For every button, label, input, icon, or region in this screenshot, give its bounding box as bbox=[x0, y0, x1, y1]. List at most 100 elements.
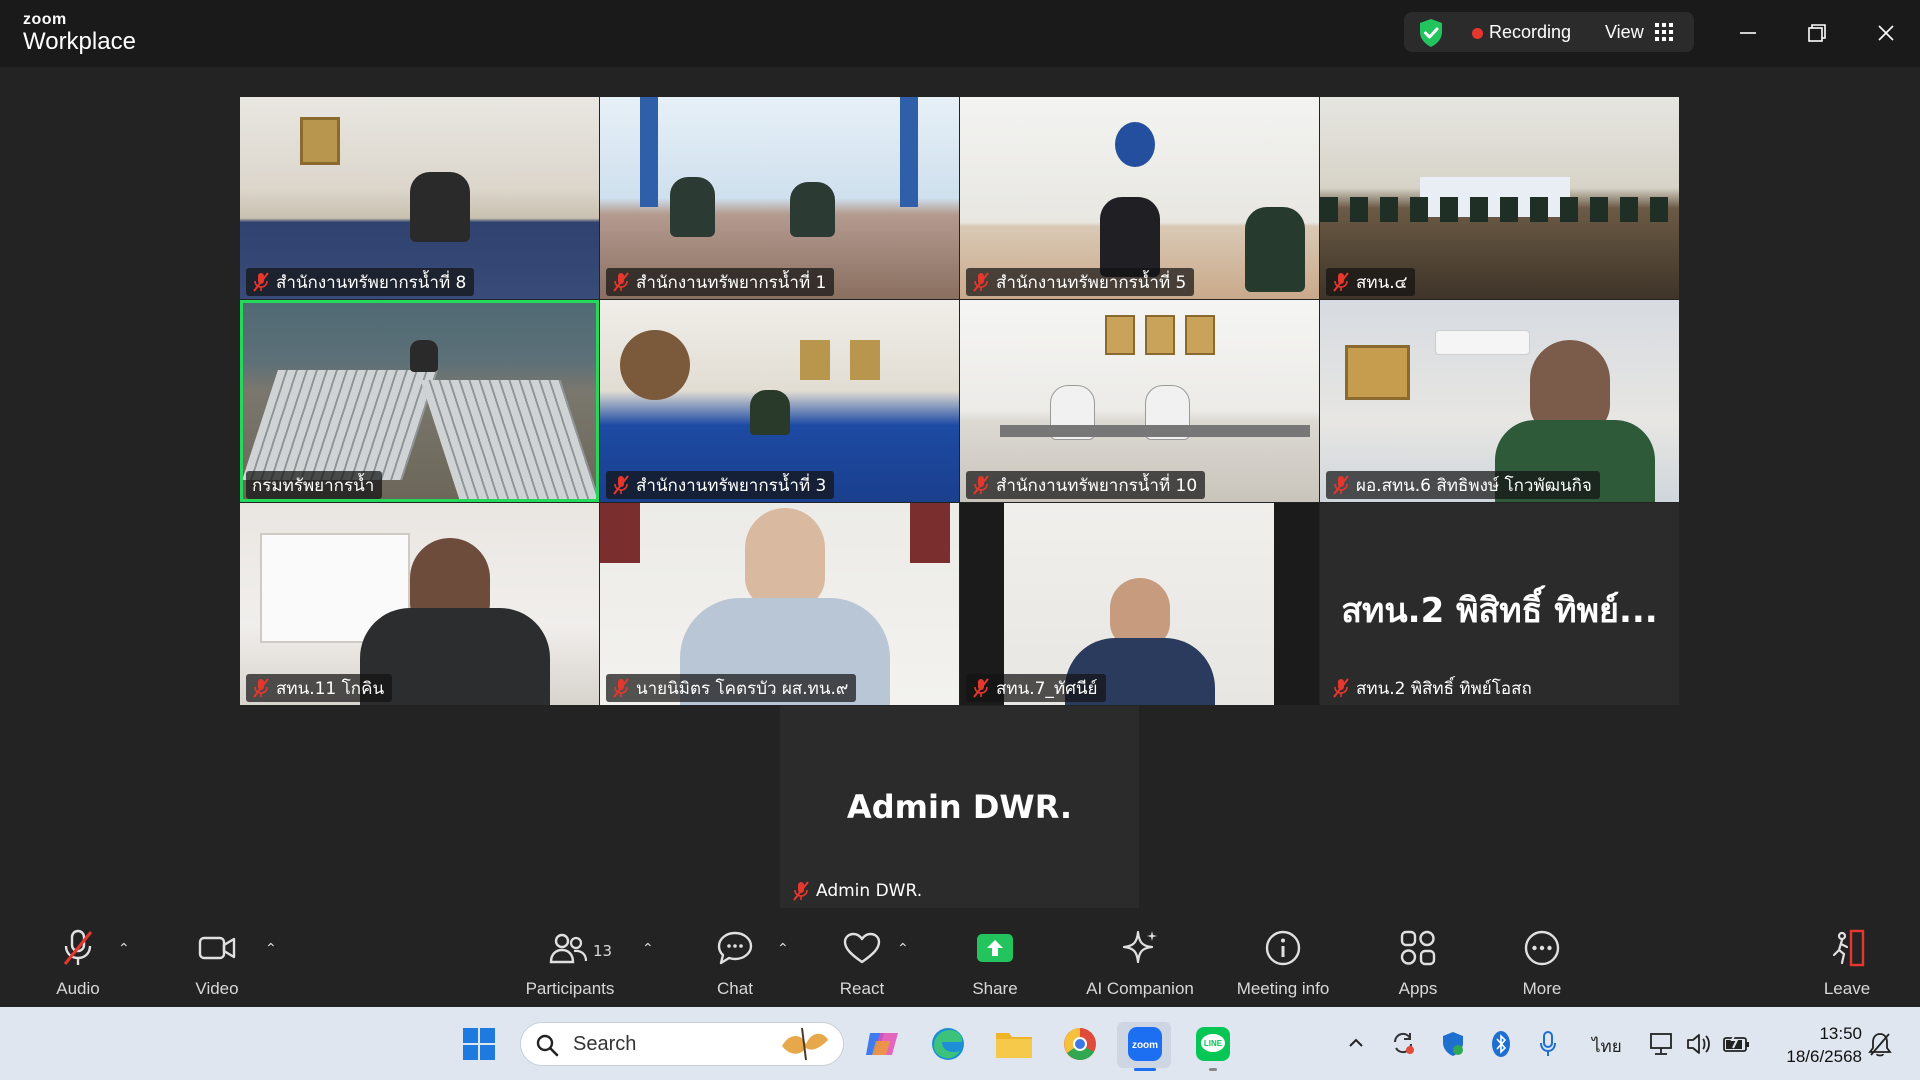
restore-icon[interactable] bbox=[1802, 18, 1832, 48]
participants-button[interactable]: Participants bbox=[515, 925, 625, 1007]
tile-name-label: ผอ.สทน.6 สิทธิพงษ์ โกวพัฒนกิจ bbox=[1326, 471, 1600, 499]
line-app-icon[interactable]: LINE bbox=[1195, 1026, 1231, 1062]
share-button[interactable]: Share bbox=[960, 925, 1030, 1007]
network-icon[interactable] bbox=[1648, 1030, 1676, 1058]
chrome-browser-icon[interactable] bbox=[1062, 1026, 1098, 1062]
tile-name-label: นายนิมิตร โคตรบัว ผส.ทน.๙ bbox=[606, 674, 857, 702]
file-explorer-icon[interactable] bbox=[995, 1029, 1033, 1059]
mic-muted-icon bbox=[972, 678, 990, 698]
person-silhouette bbox=[1100, 197, 1160, 277]
input-language-indicator[interactable]: ไทย bbox=[1592, 1033, 1622, 1060]
video-options-caret-icon[interactable]: ⌃ bbox=[265, 941, 277, 957]
tile-name-label: สำนักงานทรัพยากรน้ำที่ 5 bbox=[966, 268, 1195, 296]
logo-workplace-text: Workplace bbox=[23, 28, 136, 55]
volume-icon[interactable] bbox=[1685, 1030, 1713, 1058]
encryption-shield-icon[interactable] bbox=[1418, 18, 1444, 48]
recording-status[interactable]: Recording bbox=[1489, 22, 1571, 43]
video-tile-office-1[interactable]: สำนักงานทรัพยากรน้ำที่ 1 bbox=[600, 97, 959, 299]
info-icon bbox=[1265, 930, 1301, 966]
leave-button[interactable]: Leave bbox=[1812, 925, 1882, 1007]
video-tile-office-10[interactable]: สำนักงานทรัพยากรน้ำที่ 10 bbox=[960, 300, 1319, 502]
video-tile-sotn-7[interactable]: สทน.7_ทัศนีย์ bbox=[960, 503, 1319, 705]
sync-icon[interactable] bbox=[1390, 1030, 1416, 1056]
windows-security-icon[interactable] bbox=[1440, 1030, 1466, 1058]
conference-table bbox=[1000, 425, 1310, 437]
mic-muted-icon bbox=[612, 272, 630, 292]
ai-companion-button[interactable]: AI Companion bbox=[1075, 925, 1205, 1007]
search-icon bbox=[536, 1034, 559, 1057]
tile-name-label: สทน.2 พิสิทธิ์ ทิพย์โอสถ bbox=[1326, 674, 1540, 702]
participant-display-name: สทน.2 พิสิทธิ์ ทิพย์... bbox=[1341, 591, 1658, 631]
person-silhouette bbox=[790, 182, 835, 237]
tile-name-label: สทน.11 โกคิน bbox=[246, 674, 393, 702]
heart-icon bbox=[843, 932, 881, 964]
search-placeholder: Search bbox=[573, 1033, 637, 1055]
video-tile-office-8[interactable]: สำนักงานทรัพยากรน้ำที่ 8 bbox=[240, 97, 599, 299]
meeting-info-button[interactable]: Meeting info bbox=[1223, 925, 1343, 1007]
tile-name-label: สำนักงานทรัพยากรน้ำที่ 1 bbox=[606, 268, 835, 296]
mic-muted-icon bbox=[63, 929, 93, 965]
video-tile-office-9[interactable]: นายนิมิตร โคตรบัว ผส.ทน.๙ bbox=[600, 503, 959, 705]
video-tile-sotn-11[interactable]: สทน.11 โกคิน bbox=[240, 503, 599, 705]
microphone-tray-icon[interactable] bbox=[1538, 1030, 1558, 1058]
apps-icon bbox=[1400, 930, 1436, 966]
react-button[interactable]: React bbox=[827, 925, 897, 1007]
audio-button[interactable]: Audio bbox=[43, 925, 113, 1007]
person-silhouette bbox=[670, 177, 715, 237]
minimize-icon[interactable] bbox=[1733, 18, 1763, 48]
participant-display-name: Admin DWR. bbox=[846, 788, 1073, 826]
person-face bbox=[745, 508, 825, 608]
line-running-indicator bbox=[1209, 1068, 1217, 1071]
leave-door-icon bbox=[1832, 929, 1865, 967]
person-silhouette bbox=[1245, 207, 1305, 292]
participants-options-caret-icon[interactable]: ⌃ bbox=[642, 941, 654, 957]
svg-text:LINE: LINE bbox=[1204, 1039, 1223, 1048]
bluetooth-icon[interactable] bbox=[1491, 1030, 1511, 1058]
view-button[interactable]: View bbox=[1605, 22, 1644, 43]
copilot-icon[interactable] bbox=[864, 1027, 900, 1061]
video-tile-sotn-4[interactable]: สทน.๔ bbox=[1320, 97, 1679, 299]
audio-options-caret-icon[interactable]: ⌃ bbox=[118, 941, 130, 957]
edge-browser-icon[interactable] bbox=[930, 1026, 966, 1062]
person-silhouette bbox=[750, 390, 790, 435]
tile-name-label: สำนักงานทรัพยากรน้ำที่ 10 bbox=[966, 471, 1206, 499]
video-tile-dwr-hq[interactable]: กรมทรัพยากรน้ำ bbox=[240, 300, 599, 502]
chat-options-caret-icon[interactable]: ⌃ bbox=[777, 941, 789, 957]
video-tile-sotn-6[interactable]: ผอ.สทน.6 สิทธิพงษ์ โกวพัฒนกิจ bbox=[1320, 300, 1679, 502]
notifications-bell-icon[interactable] bbox=[1866, 1030, 1894, 1058]
mic-muted-icon bbox=[612, 475, 630, 495]
battery-icon[interactable] bbox=[1722, 1030, 1752, 1058]
mic-muted-icon bbox=[792, 881, 810, 901]
tile-name-label: Admin DWR. bbox=[786, 877, 930, 905]
mic-muted-icon bbox=[1332, 678, 1350, 698]
video-button[interactable]: Video bbox=[182, 925, 252, 1007]
tile-name-label: สทน.๔ bbox=[1326, 268, 1416, 296]
taskbar-clock[interactable]: 13:50 18/6/2568 bbox=[1786, 1022, 1862, 1068]
department-emblem bbox=[1115, 122, 1155, 167]
video-tile-office-5[interactable]: สำนักงานทรัพยากรน้ำที่ 5 bbox=[960, 97, 1319, 299]
video-tile-sotn-2[interactable]: สทน.2 พิสิทธิ์ ทิพย์... สทน.2 พิสิทธิ์ ท… bbox=[1320, 503, 1679, 705]
portrait-frame bbox=[1345, 345, 1410, 400]
zoom-app-icon[interactable]: zoom bbox=[1127, 1026, 1163, 1062]
tile-name-label: สทน.7_ทัศนีย์ bbox=[966, 674, 1106, 702]
more-dots-icon bbox=[1524, 930, 1560, 966]
svg-text:zoom: zoom bbox=[1132, 1040, 1158, 1051]
video-tile-admin-dwr[interactable]: Admin DWR. Admin DWR. bbox=[780, 706, 1139, 908]
mic-muted-icon bbox=[252, 678, 270, 698]
chat-bubble-icon bbox=[717, 931, 753, 965]
ai-sparkle-icon bbox=[1122, 930, 1157, 964]
apps-button[interactable]: Apps bbox=[1383, 925, 1453, 1007]
windows-start-icon[interactable] bbox=[462, 1027, 496, 1061]
video-tile-office-3[interactable]: สำนักงานทรัพยากรน้ำที่ 3 bbox=[600, 300, 959, 502]
more-button[interactable]: More bbox=[1507, 925, 1577, 1007]
search-highlight-icon bbox=[782, 1027, 828, 1061]
close-icon[interactable] bbox=[1871, 18, 1901, 48]
react-options-caret-icon[interactable]: ⌃ bbox=[897, 941, 909, 957]
view-grid-icon[interactable] bbox=[1655, 23, 1673, 41]
video-camera-icon bbox=[198, 936, 236, 960]
chat-button[interactable]: Chat bbox=[700, 925, 770, 1007]
zoom-workplace-logo: zoom Workplace bbox=[23, 12, 136, 56]
person-silhouette bbox=[410, 172, 470, 242]
tray-expand-chevron-icon[interactable] bbox=[1347, 1034, 1365, 1052]
participants-count: 13 bbox=[593, 942, 613, 960]
